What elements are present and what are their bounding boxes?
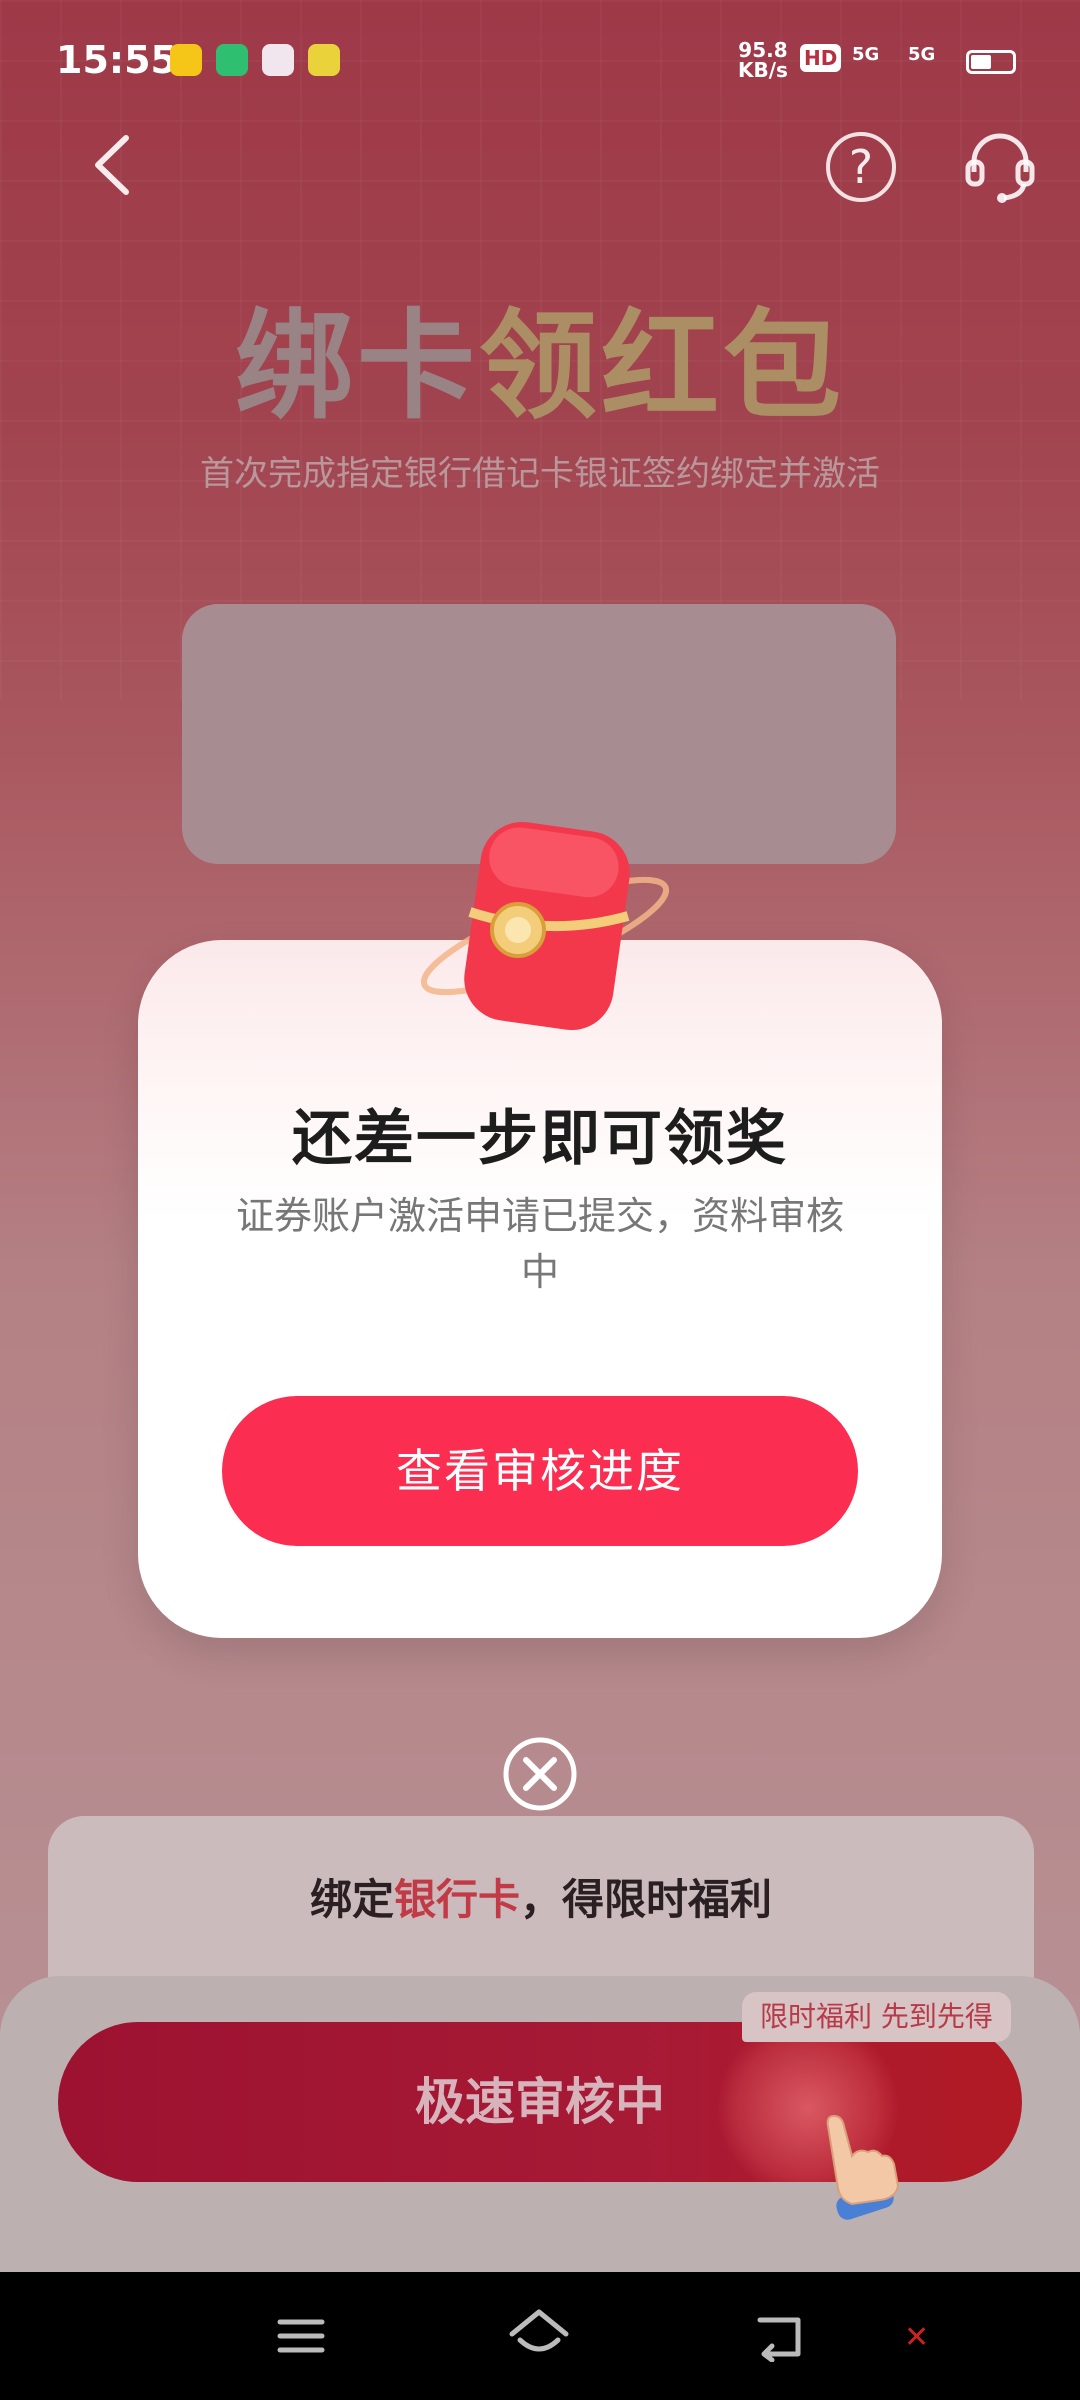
network-speed: 95.8 KB/s — [738, 40, 788, 80]
promo-tag: 限时福利 先到先得 — [742, 1992, 1011, 2042]
bind-card-suffix: ，得限时福利 — [520, 1875, 773, 1924]
red-envelope-icon — [420, 821, 670, 1031]
bind-card-text: 绑定银行卡，得限时福利 — [48, 1866, 1034, 1927]
app-notification-icon — [308, 44, 340, 76]
watermark-logo-mark: ✕ — [904, 2320, 930, 2355]
customer-service-icon[interactable] — [964, 128, 1036, 204]
bind-card-highlight: 银行卡 — [393, 1875, 520, 1924]
help-icon[interactable]: ? — [826, 132, 896, 202]
back-arrow-icon[interactable] — [88, 130, 138, 200]
back-icon[interactable] — [752, 2312, 808, 2362]
network-speed-unit: KB/s — [738, 58, 788, 82]
modal-title: 还差一步即可领奖 — [292, 1104, 788, 1174]
home-icon[interactable] — [508, 2308, 570, 2364]
view-review-progress-button[interactable]: 查看审核进度 — [222, 1396, 858, 1546]
system-navigation-bar: ✕ — [0, 2272, 1080, 2400]
app-notification-icon — [170, 44, 202, 76]
modal-description: 证券账户激活申请已提交，资料审核中 — [235, 1194, 844, 1294]
bind-card-prefix: 绑定 — [309, 1875, 394, 1924]
watermark-logo: ✕ — [904, 2320, 929, 2355]
close-icon[interactable] — [502, 1736, 578, 1812]
app-notification-icon — [262, 44, 294, 76]
status-time: 15:55 — [56, 38, 177, 82]
notification-icons — [170, 44, 340, 76]
status-bar: 15:55 95.8 KB/s HD 5G 5G — [0, 0, 1080, 120]
hd-badge: HD — [800, 44, 842, 72]
signal-icon: 5G — [852, 44, 880, 65]
app-notification-icon — [216, 44, 248, 76]
menu-icon[interactable] — [276, 2316, 326, 2356]
signal-icon: 5G — [908, 44, 936, 65]
pointing-hand-icon — [826, 2114, 900, 2220]
network-speed-value: 95.8 — [738, 38, 788, 62]
battery-icon — [966, 50, 1016, 74]
